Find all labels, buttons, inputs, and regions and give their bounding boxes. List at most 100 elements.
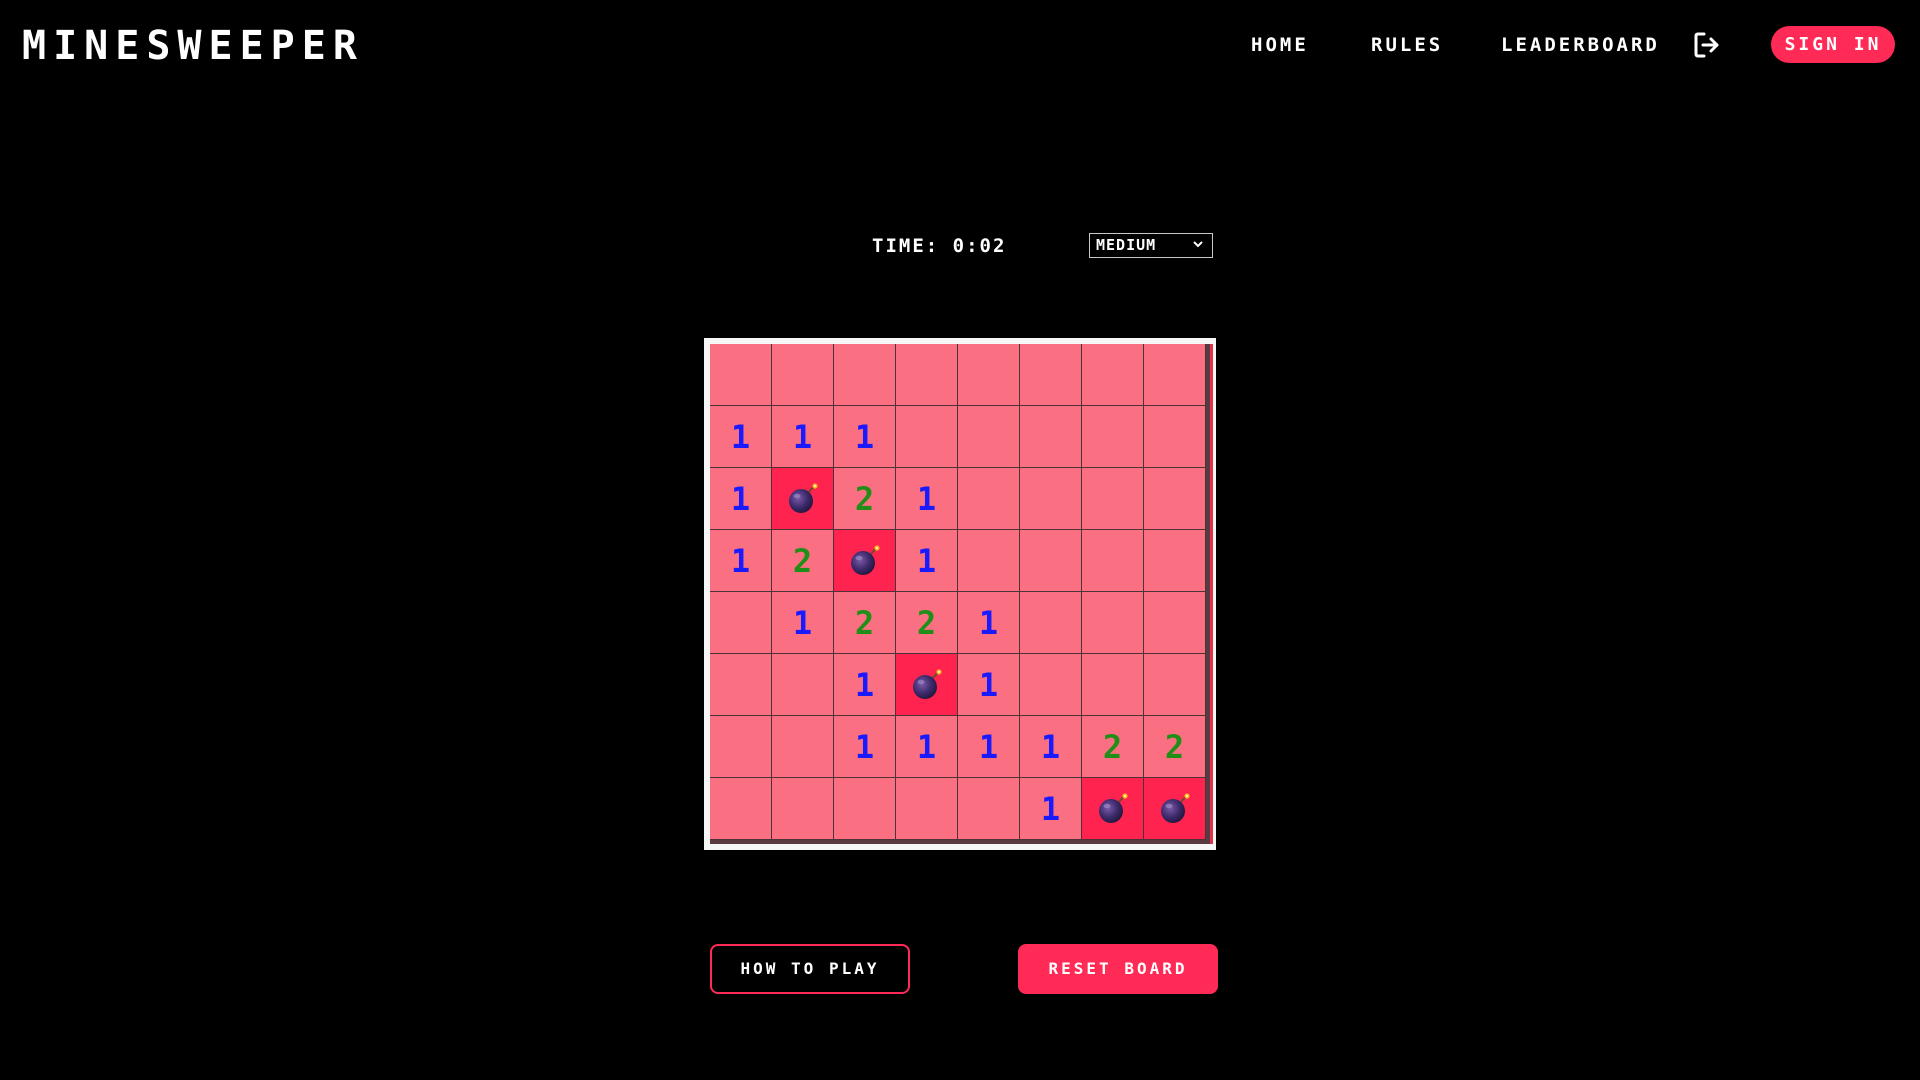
board-cell[interactable] bbox=[710, 592, 772, 654]
board-cell-number[interactable]: 1 bbox=[710, 468, 772, 530]
board-cell-number[interactable]: 2 bbox=[772, 530, 834, 592]
bomb-icon bbox=[1098, 792, 1128, 823]
bomb-icon bbox=[788, 482, 818, 513]
board-cell-number[interactable]: 1 bbox=[896, 468, 958, 530]
sign-in-button[interactable]: SIGN IN bbox=[1771, 26, 1895, 63]
board-cell-number[interactable]: 1 bbox=[834, 654, 896, 716]
game-timer: TIME: 0:02 bbox=[872, 235, 1007, 257]
board-cell[interactable] bbox=[958, 530, 1020, 592]
cell-number: 2 bbox=[792, 541, 813, 580]
board-cell[interactable] bbox=[834, 344, 896, 406]
board-cell-mine[interactable] bbox=[834, 530, 896, 592]
board-cell[interactable] bbox=[1082, 468, 1144, 530]
board-cell[interactable] bbox=[1144, 406, 1206, 468]
cell-number: 2 bbox=[1102, 727, 1123, 766]
board-cell[interactable] bbox=[896, 778, 958, 840]
board-cell[interactable] bbox=[1020, 592, 1082, 654]
nav-leaderboard-link[interactable]: LEADERBOARD bbox=[1501, 32, 1660, 58]
board-cell-number[interactable]: 1 bbox=[896, 716, 958, 778]
cell-number: 1 bbox=[792, 417, 813, 456]
board-cell-number[interactable]: 2 bbox=[834, 592, 896, 654]
board-cell[interactable] bbox=[958, 344, 1020, 406]
cell-number: 1 bbox=[854, 727, 875, 766]
board-cell-number[interactable]: 1 bbox=[1020, 778, 1082, 840]
top-navbar: MINESWEEPER HOME RULES LEADERBOARD SIGN … bbox=[0, 0, 1920, 92]
nav-rules-link[interactable]: RULES bbox=[1371, 32, 1443, 58]
board-cell-mine[interactable] bbox=[1144, 778, 1206, 840]
difficulty-select[interactable]: MEDIUM bbox=[1089, 233, 1213, 258]
board-cell[interactable] bbox=[1082, 406, 1144, 468]
board-cell[interactable] bbox=[710, 344, 772, 406]
cell-number: 1 bbox=[1040, 727, 1061, 766]
cell-number: 1 bbox=[792, 603, 813, 642]
board-cell-number[interactable]: 1 bbox=[958, 716, 1020, 778]
bomb-icon bbox=[1160, 792, 1190, 823]
cell-number: 1 bbox=[916, 727, 937, 766]
board-cell[interactable] bbox=[1020, 468, 1082, 530]
board-cell[interactable] bbox=[1020, 406, 1082, 468]
board-cell[interactable] bbox=[710, 716, 772, 778]
board-cell[interactable] bbox=[710, 778, 772, 840]
board-cell[interactable] bbox=[1144, 530, 1206, 592]
cell-number: 2 bbox=[1164, 727, 1185, 766]
cell-number: 1 bbox=[854, 417, 875, 456]
board-cell[interactable] bbox=[896, 344, 958, 406]
board-cell[interactable] bbox=[772, 778, 834, 840]
cell-number: 1 bbox=[916, 541, 937, 580]
app-logo[interactable]: MINESWEEPER bbox=[22, 22, 364, 70]
nav-home-link[interactable]: HOME bbox=[1251, 32, 1309, 58]
board-cell[interactable] bbox=[1082, 344, 1144, 406]
cell-number: 2 bbox=[854, 603, 875, 642]
chevron-down-icon bbox=[1193, 241, 1203, 248]
board-cell[interactable] bbox=[710, 654, 772, 716]
difficulty-selected-value: MEDIUM bbox=[1096, 236, 1157, 254]
board-cell-number[interactable]: 1 bbox=[834, 406, 896, 468]
board-cell-number[interactable]: 1 bbox=[1020, 716, 1082, 778]
board-cell[interactable] bbox=[896, 406, 958, 468]
board-cell-number[interactable]: 1 bbox=[958, 654, 1020, 716]
how-to-play-button[interactable]: HOW TO PLAY bbox=[710, 944, 910, 994]
board-cell-number[interactable]: 1 bbox=[958, 592, 1020, 654]
board-cell[interactable] bbox=[958, 406, 1020, 468]
bomb-icon bbox=[850, 544, 880, 575]
board-frame: 1 1 1 1 2 1 1 2 1 1 2 2 1 1 1 1 1 1 1 2 2 1 bbox=[704, 338, 1216, 850]
cell-number: 2 bbox=[854, 479, 875, 518]
reset-board-button[interactable]: RESET BOARD bbox=[1018, 944, 1218, 994]
board-cell-number[interactable]: 1 bbox=[710, 530, 772, 592]
board-cell-number[interactable]: 2 bbox=[1082, 716, 1144, 778]
board-cell[interactable] bbox=[1144, 654, 1206, 716]
board-cell[interactable] bbox=[1144, 468, 1206, 530]
board-cell[interactable] bbox=[1082, 654, 1144, 716]
board-cell[interactable] bbox=[772, 344, 834, 406]
board-cell[interactable] bbox=[958, 778, 1020, 840]
minesweeper-board: 1 1 1 1 2 1 1 2 1 1 2 2 1 1 1 1 1 1 1 2 2 1 bbox=[710, 344, 1213, 844]
cell-number: 1 bbox=[916, 479, 937, 518]
board-cell[interactable] bbox=[958, 468, 1020, 530]
board-cell[interactable] bbox=[1020, 530, 1082, 592]
board-cell-mine[interactable] bbox=[896, 654, 958, 716]
board-cell[interactable] bbox=[1144, 344, 1206, 406]
board-cell-mine[interactable] bbox=[772, 468, 834, 530]
board-cell-number[interactable]: 2 bbox=[896, 592, 958, 654]
logout-icon[interactable] bbox=[1692, 30, 1722, 60]
cell-number: 1 bbox=[854, 665, 875, 704]
board-cell-number[interactable]: 2 bbox=[834, 468, 896, 530]
board-cell[interactable] bbox=[772, 716, 834, 778]
board-cell[interactable] bbox=[772, 654, 834, 716]
board-cell-number[interactable]: 1 bbox=[710, 406, 772, 468]
board-cell[interactable] bbox=[1082, 530, 1144, 592]
board-cell-number[interactable]: 1 bbox=[772, 406, 834, 468]
board-cell[interactable] bbox=[1082, 592, 1144, 654]
cell-number: 1 bbox=[978, 603, 999, 642]
board-cell-number[interactable]: 1 bbox=[896, 530, 958, 592]
cell-number: 1 bbox=[1040, 789, 1061, 828]
board-cell-number[interactable]: 1 bbox=[834, 716, 896, 778]
board-cell[interactable] bbox=[1144, 592, 1206, 654]
board-cell[interactable] bbox=[834, 778, 896, 840]
cell-number: 1 bbox=[730, 541, 751, 580]
board-cell-mine[interactable] bbox=[1082, 778, 1144, 840]
board-cell[interactable] bbox=[1020, 344, 1082, 406]
board-cell-number[interactable]: 1 bbox=[772, 592, 834, 654]
board-cell-number[interactable]: 2 bbox=[1144, 716, 1206, 778]
board-cell[interactable] bbox=[1020, 654, 1082, 716]
